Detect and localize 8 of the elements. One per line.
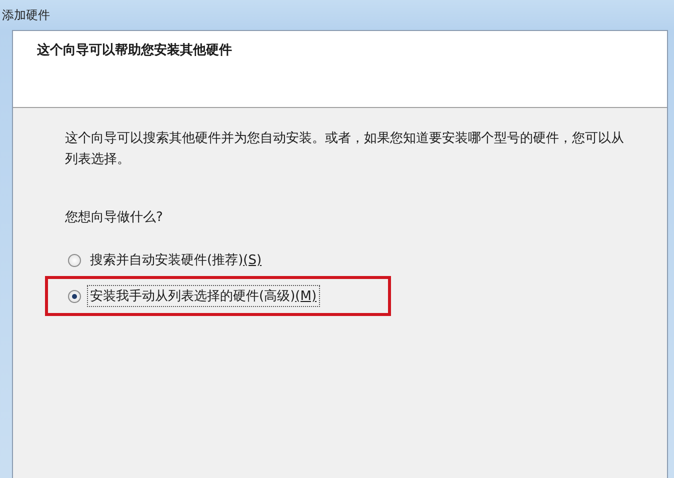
- header-title: 这个向导可以帮助您安装其他硬件: [37, 43, 232, 58]
- radio-button[interactable]: [68, 254, 81, 266]
- option-label[interactable]: 搜索并自动安装硬件(推荐)(S): [87, 249, 265, 271]
- window-title: 添加硬件: [2, 6, 50, 24]
- description-text: 这个向导可以搜索其他硬件并为您自动安装。或者，如果您知道要安装哪个型号的硬件，您可以从列表选择。: [65, 130, 625, 169]
- question-label: 您想向导做什么?: [65, 209, 164, 226]
- radio-button[interactable]: [68, 290, 81, 302]
- option-label[interactable]: 安装我手动从列表选择的硬件(高级)(M): [87, 285, 320, 307]
